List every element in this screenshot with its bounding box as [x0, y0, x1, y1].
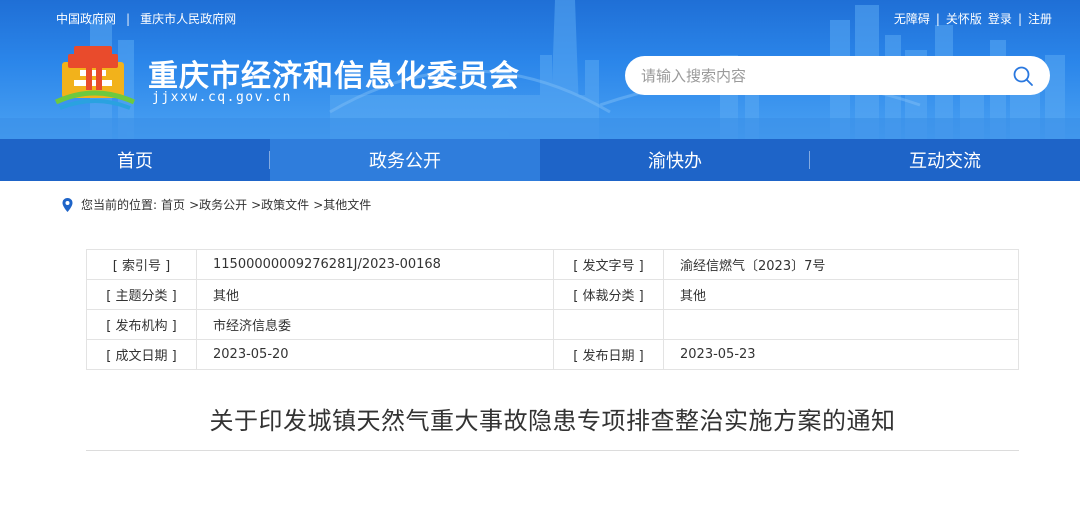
- breadcrumb-policy-docs[interactable]: >政策文件: [251, 196, 309, 213]
- genre-category-value: 其他: [663, 279, 1019, 310]
- nav-item-label: 互动交流: [909, 151, 981, 172]
- search-input[interactable]: [641, 66, 1012, 85]
- table-row: [ 索引号 ] 11500000009276281J/2023-00168 [ …: [86, 249, 1019, 280]
- search-box: [625, 56, 1050, 95]
- search-icon[interactable]: [1012, 65, 1034, 87]
- nav-item-label: 政务公开: [369, 151, 441, 172]
- document-number-label: [ 发文字号 ]: [553, 249, 664, 280]
- chongqing-city-logo[interactable]: [52, 40, 138, 110]
- publisher-label: [ 发布机构 ]: [86, 309, 197, 340]
- index-number-label: [ 索引号 ]: [86, 249, 197, 280]
- topic-category-label: [ 主题分类 ]: [86, 279, 197, 310]
- title-divider: [86, 450, 1019, 451]
- site-title[interactable]: 重庆市经济和信息化委员会: [148, 51, 520, 95]
- breadcrumb-government-affairs[interactable]: >政务公开: [189, 196, 247, 213]
- article-title: 关于印发城镇天然气重大事故隐患专项排查整治实施方案的通知: [209, 407, 896, 435]
- nav-item-label: 首页: [117, 151, 153, 172]
- empty-label: [553, 309, 664, 340]
- main-nav: 首页 政务公开 渝快办 互动交流: [0, 139, 1080, 181]
- written-date-value: 2023-05-20: [196, 339, 554, 370]
- publish-date-value: 2023-05-23: [663, 339, 1019, 370]
- nav-item-yukuaiban[interactable]: 渝快办: [540, 139, 810, 181]
- topbar-left: 中国政府网 | 重庆市人民政府网: [56, 10, 236, 27]
- genre-category-label: [ 体裁分类 ]: [553, 279, 664, 310]
- login-link[interactable]: 登录: [988, 10, 1012, 27]
- breadcrumb-home[interactable]: 首页: [161, 196, 185, 213]
- topbar-separator: |: [935, 11, 940, 26]
- breadcrumb: 您当前的位置: 首页 >政务公开 >政策文件 >其他文件: [62, 196, 371, 213]
- written-date-label: [ 成文日期 ]: [86, 339, 197, 370]
- table-row: [ 成文日期 ] 2023-05-20 [ 发布日期 ] 2023-05-23: [86, 339, 1019, 370]
- header-banner: 中国政府网 | 重庆市人民政府网 无障碍 | 关怀版 登录 | 注册 重庆市经济…: [0, 0, 1080, 139]
- publish-date-label: [ 发布日期 ]: [553, 339, 664, 370]
- empty-value: [663, 309, 1019, 340]
- table-row: [ 主题分类 ] 其他 [ 体裁分类 ] 其他: [86, 279, 1019, 310]
- elder-mode-link[interactable]: 关怀版: [946, 10, 982, 27]
- gov-cn-link[interactable]: 中国政府网: [56, 10, 116, 27]
- nav-item-government-affairs[interactable]: 政务公开: [270, 139, 540, 181]
- publisher-value: 市经济信息委: [196, 309, 554, 340]
- nav-item-label: 渝快办: [648, 151, 702, 172]
- nav-item-home[interactable]: 首页: [0, 139, 270, 181]
- table-row: [ 发布机构 ] 市经济信息委: [86, 309, 1019, 340]
- nav-item-interaction[interactable]: 互动交流: [810, 139, 1080, 181]
- index-number-value: 11500000009276281J/2023-00168: [196, 249, 554, 280]
- topbar-separator: |: [126, 11, 131, 26]
- register-link[interactable]: 注册: [1028, 10, 1052, 27]
- cq-gov-link[interactable]: 重庆市人民政府网: [140, 10, 236, 27]
- topbar-right: 无障碍 | 关怀版 登录 | 注册: [894, 10, 1052, 27]
- site-url: jjxxw.cq.gov.cn: [152, 90, 292, 105]
- breadcrumb-other-docs[interactable]: >其他文件: [313, 196, 371, 213]
- topic-category-value: 其他: [196, 279, 554, 310]
- location-pin-icon: [62, 197, 73, 212]
- document-number-value: 渝经信燃气〔2023〕7号: [663, 249, 1019, 280]
- document-info-table: [ 索引号 ] 11500000009276281J/2023-00168 [ …: [86, 249, 1019, 370]
- topbar-separator: |: [1017, 11, 1022, 26]
- breadcrumb-prefix: 您当前的位置:: [81, 198, 158, 212]
- accessibility-link[interactable]: 无障碍: [894, 10, 930, 27]
